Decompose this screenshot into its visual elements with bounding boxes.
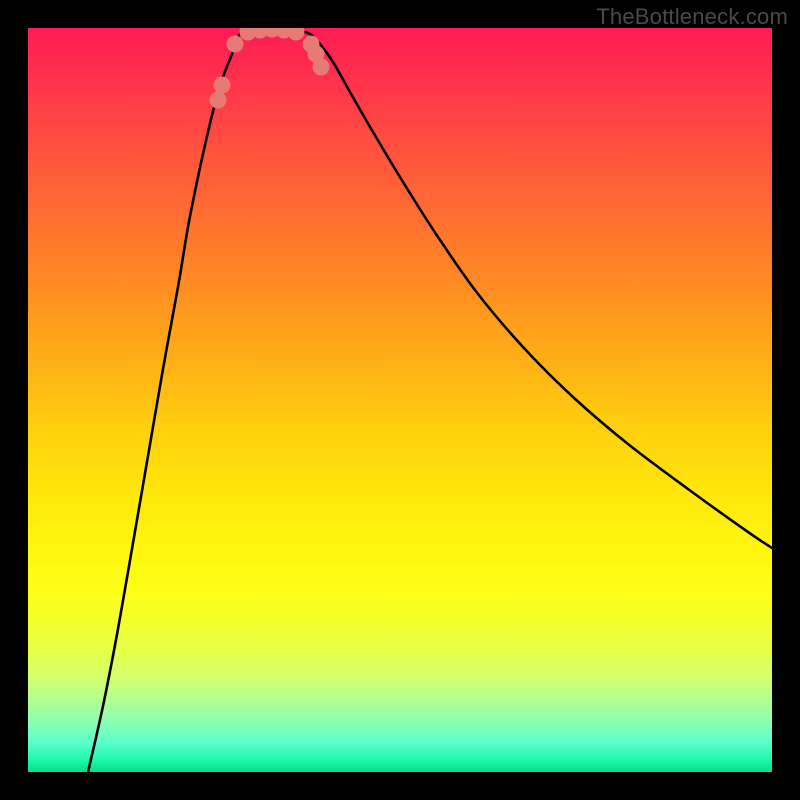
watermark-text: TheBottleneck.com [596, 4, 788, 30]
plot-area [28, 28, 772, 772]
curve-group [88, 29, 772, 772]
chart-frame: TheBottleneck.com [0, 0, 800, 800]
data-marker [214, 77, 231, 94]
data-marker [210, 92, 227, 109]
bottleneck-curve [88, 29, 772, 772]
data-marker [313, 59, 330, 76]
data-marker [288, 28, 305, 41]
bottleneck-curves-svg [28, 28, 772, 772]
data-marker [227, 36, 244, 53]
